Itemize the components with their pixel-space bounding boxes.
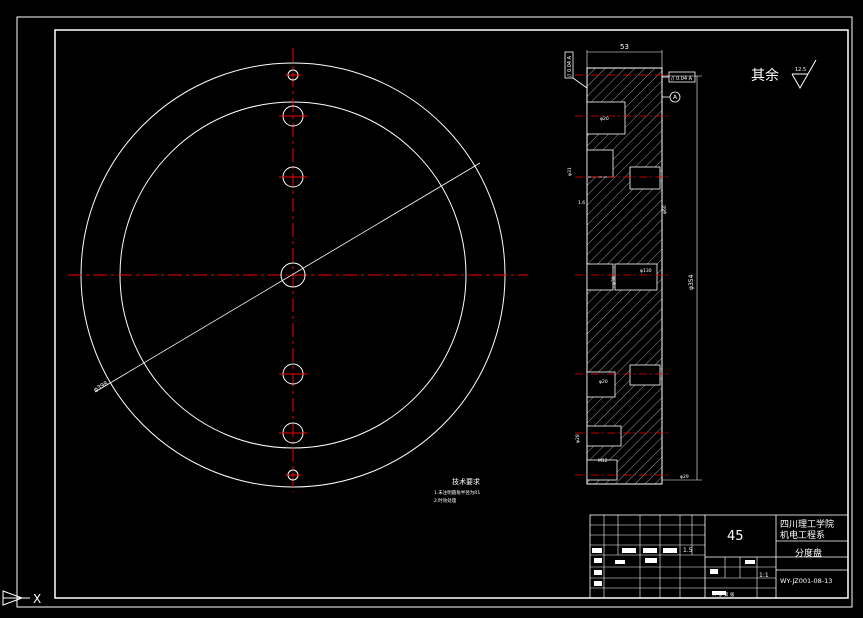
datum-label: A bbox=[673, 94, 678, 101]
axis-x-label: X bbox=[33, 592, 41, 606]
dim-label-6: 1.6 bbox=[578, 200, 585, 206]
mass-value: 1.5 bbox=[683, 547, 693, 554]
part-name: 分度盘 bbox=[795, 547, 822, 559]
dim-label-4: φ30 bbox=[611, 276, 617, 285]
dim-label-3: φ60 bbox=[662, 205, 668, 214]
dim-label-2: φ31 bbox=[567, 167, 573, 176]
ucs-axis-icon: X bbox=[2, 590, 41, 606]
roughness-value: 12.5 bbox=[795, 67, 806, 73]
drawing-canvas[interactable]: φ398 53 φ354 // 0.04 A // 0.04 A A φ20 φ… bbox=[0, 0, 863, 614]
notes-line-1: 1.未注明圆角半径为R1 bbox=[434, 489, 480, 496]
dim-label-9: M12 bbox=[598, 458, 608, 464]
notes-line-2: 2.时效处理 bbox=[434, 497, 457, 504]
diameter-leader bbox=[94, 162, 481, 393]
cad-viewport[interactable]: φ398 53 φ354 // 0.04 A // 0.04 A A φ20 φ… bbox=[0, 0, 863, 614]
roughness-note: 其余 12.5 bbox=[751, 59, 817, 90]
dim-label-1: φ20 bbox=[600, 116, 609, 122]
scale-value: 1:1 bbox=[759, 572, 769, 579]
sheet-inner-border bbox=[54, 29, 849, 599]
dim-label-10: φ29 bbox=[680, 474, 689, 480]
sheet-outer-border bbox=[16, 16, 853, 608]
material-value: 45 bbox=[727, 529, 744, 544]
sheet-count: 共 张 第 张 bbox=[712, 591, 735, 598]
department-name: 机电工程系 bbox=[780, 529, 825, 541]
school-name: 四川理工学院 bbox=[780, 518, 834, 530]
technical-notes: 技术要求 1.未注明圆角半径为R1 2.时效处理 bbox=[434, 477, 480, 504]
diameter-label: φ398 bbox=[93, 380, 110, 394]
drawing-number: WY-JZ001-08-13 bbox=[780, 577, 832, 585]
dim-label-8: φ28 bbox=[575, 434, 581, 443]
dim-label-7: φ20 bbox=[599, 379, 608, 385]
front-view: φ398 bbox=[68, 48, 528, 492]
dim-top-width: 53 bbox=[620, 43, 629, 51]
roughness-label: 其余 bbox=[751, 67, 779, 84]
notes-title: 技术要求 bbox=[452, 477, 480, 486]
section-view: 53 φ354 // 0.04 A // 0.04 A A φ20 φ31 φ6… bbox=[564, 43, 702, 485]
tolerance-frame-left: // 0.04 A bbox=[567, 55, 573, 77]
dim-height: φ354 bbox=[688, 274, 695, 290]
tolerance-frame-right: // 0.04 A bbox=[671, 76, 693, 82]
dim-label-5: φ130 bbox=[640, 268, 652, 274]
